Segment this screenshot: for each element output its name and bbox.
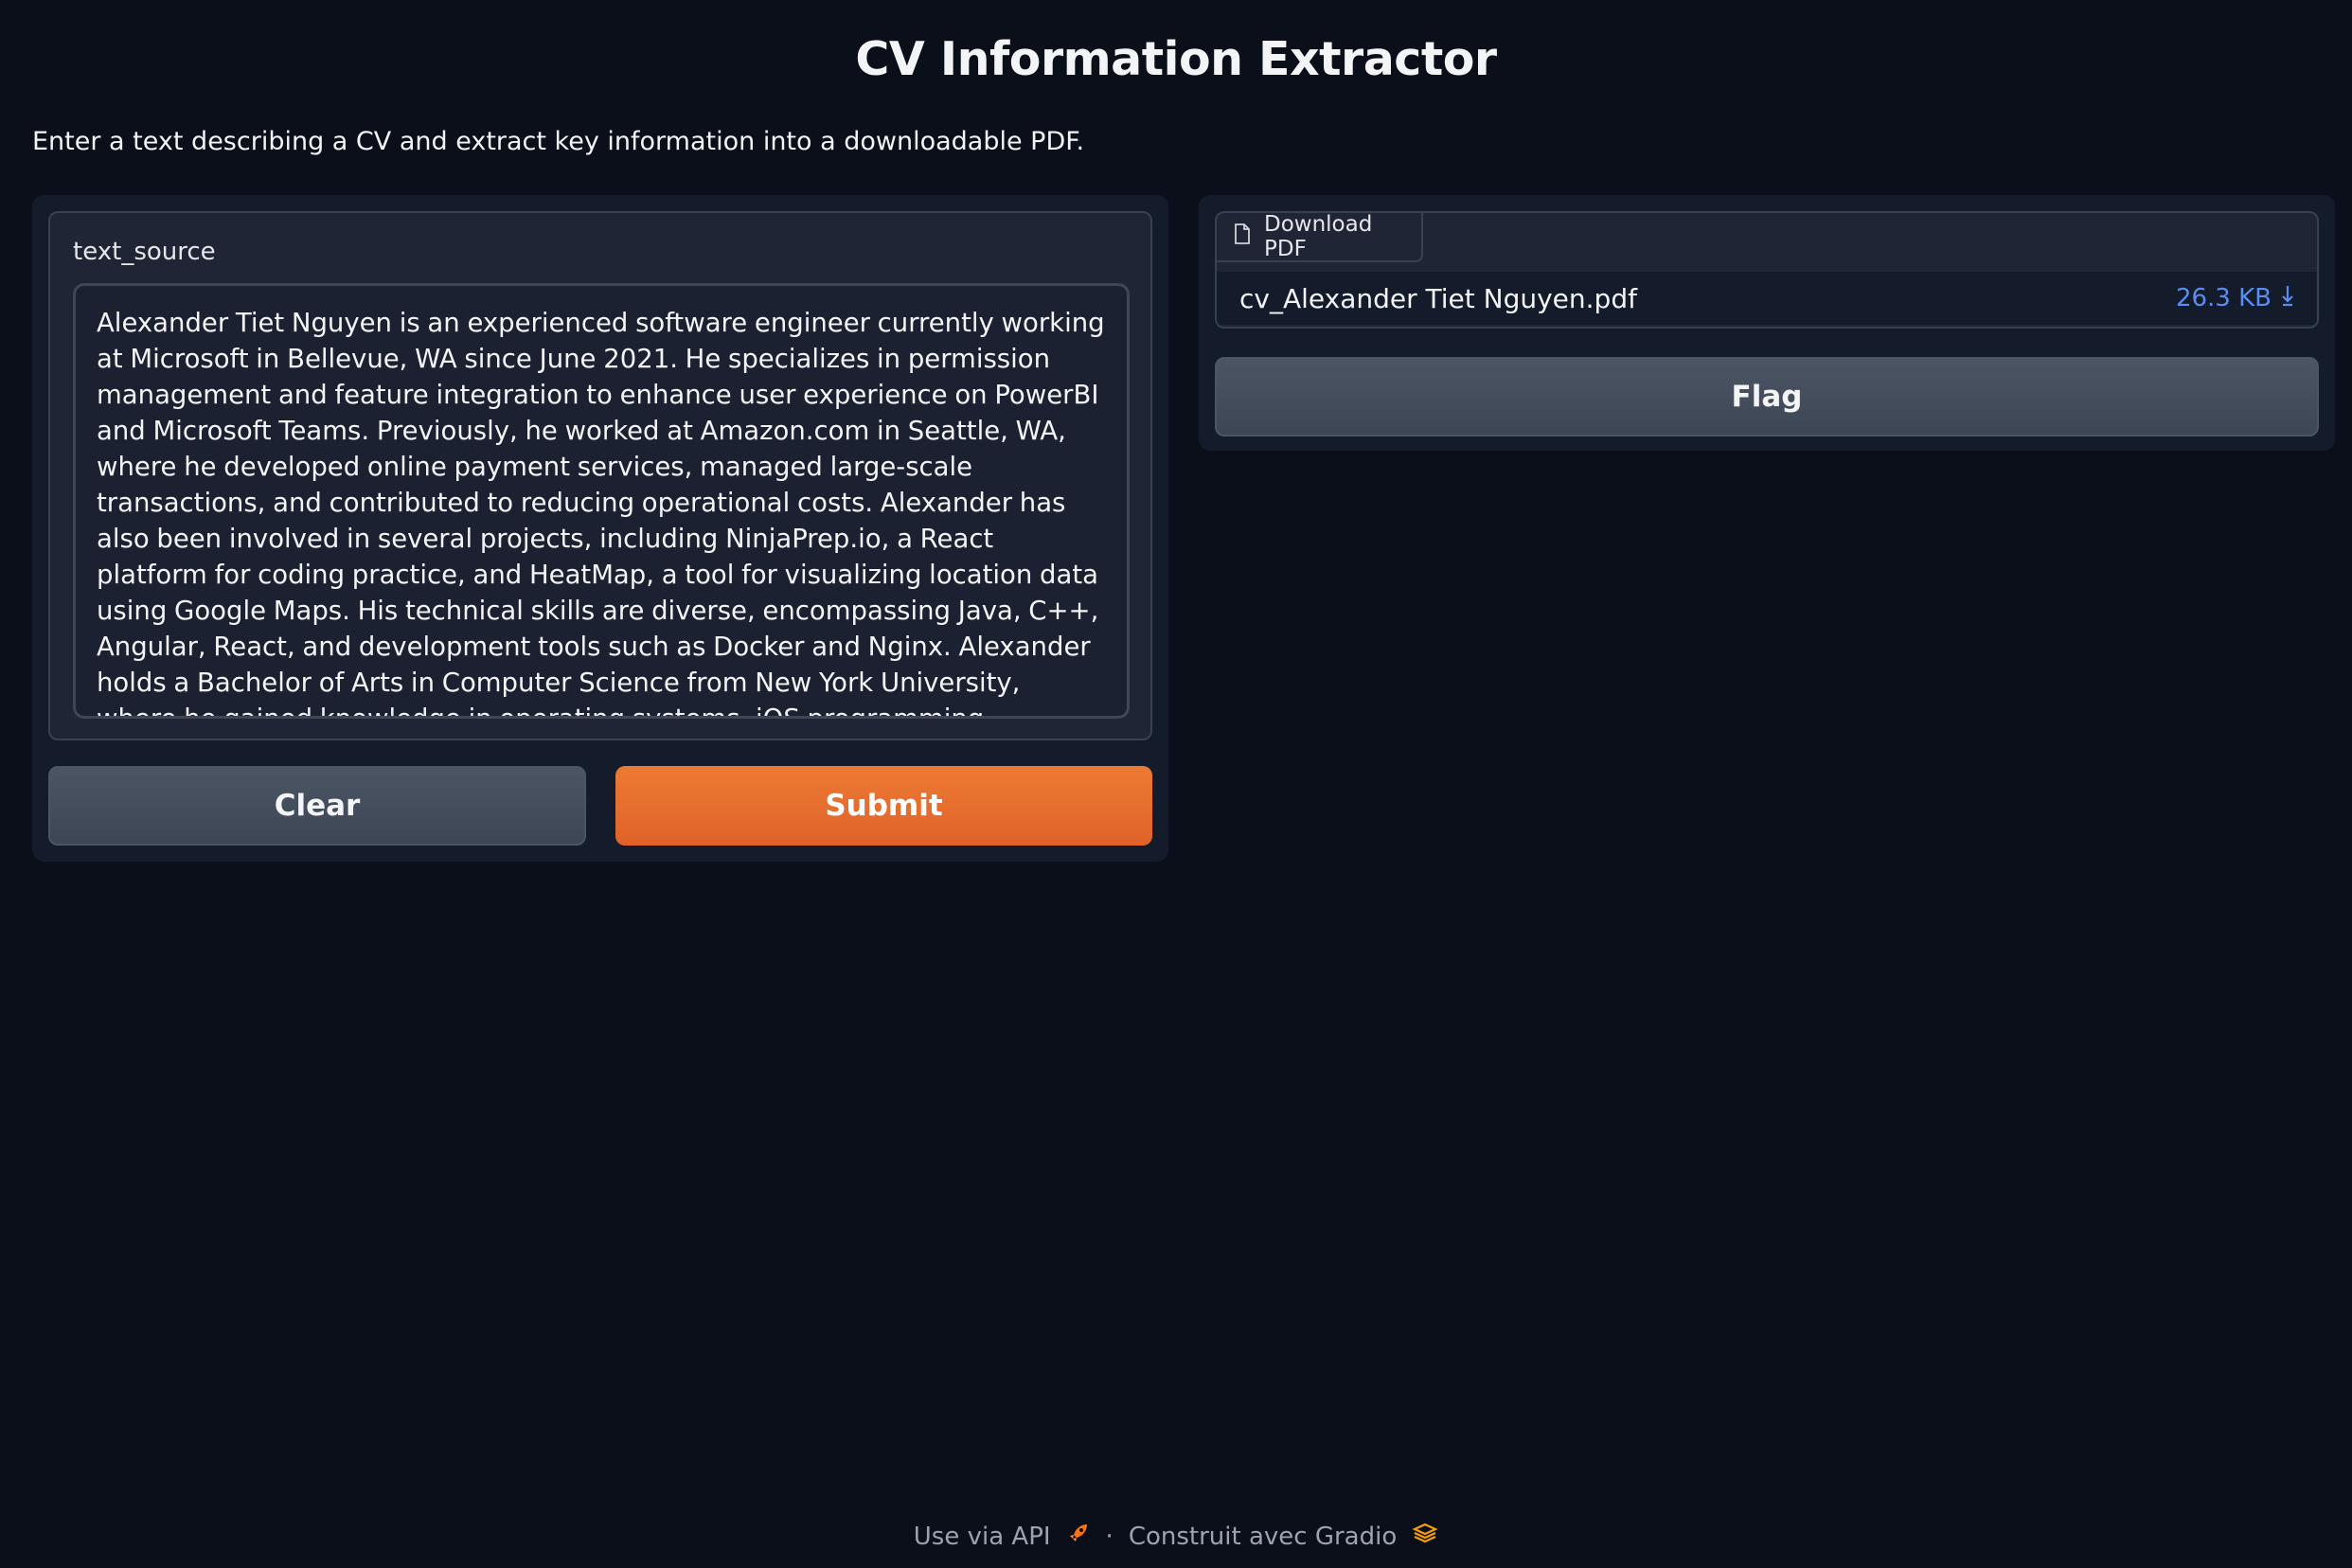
submit-button[interactable]: Submit <box>615 766 1152 846</box>
input-panel: text_source Alexander Tiet Nguyen is an … <box>32 195 1168 862</box>
use-via-api-link[interactable]: Use via API <box>914 1523 1051 1551</box>
file-size: 26.3 KB <box>2175 284 2272 312</box>
flag-button[interactable]: Flag <box>1215 357 2319 437</box>
page-title: CV Information Extractor <box>855 32 1497 86</box>
gradio-logo-icon <box>1412 1522 1438 1551</box>
footer-separator: · <box>1105 1522 1114 1551</box>
built-with-gradio-link[interactable]: Construit avec Gradio <box>1129 1523 1397 1551</box>
download-pdf-label-text: Download PDF <box>1264 212 1373 261</box>
page: CV Information Extractor Enter a text de… <box>0 0 2352 1568</box>
rocket-icon <box>1066 1521 1091 1552</box>
text-source-textarea[interactable]: Alexander Tiet Nguyen is an experienced … <box>73 283 1130 719</box>
file-download-link[interactable]: 26.3 KB <box>2176 284 2294 313</box>
text-source-block: text_source Alexander Tiet Nguyen is an … <box>48 211 1152 740</box>
output-panel: Download PDF cv_Alexander Tiet Nguyen.pd… <box>1199 195 2335 451</box>
text-source-label: text_source <box>73 238 216 266</box>
footer: Use via API · Construit avec Gradio <box>0 1521 2352 1552</box>
clear-button[interactable]: Clear <box>48 766 586 846</box>
file-name: cv_Alexander Tiet Nguyen.pdf <box>1239 282 1637 314</box>
download-pdf-label: Download PDF <box>1217 213 1423 262</box>
file-icon <box>1234 223 1251 250</box>
download-icon[interactable] <box>2281 284 2294 313</box>
page-description: Enter a text describing a CV and extract… <box>32 127 1085 156</box>
file-row[interactable]: cv_Alexander Tiet Nguyen.pdf 26.3 KB <box>1217 272 2317 325</box>
download-pdf-block: Download PDF cv_Alexander Tiet Nguyen.pd… <box>1215 211 2319 329</box>
